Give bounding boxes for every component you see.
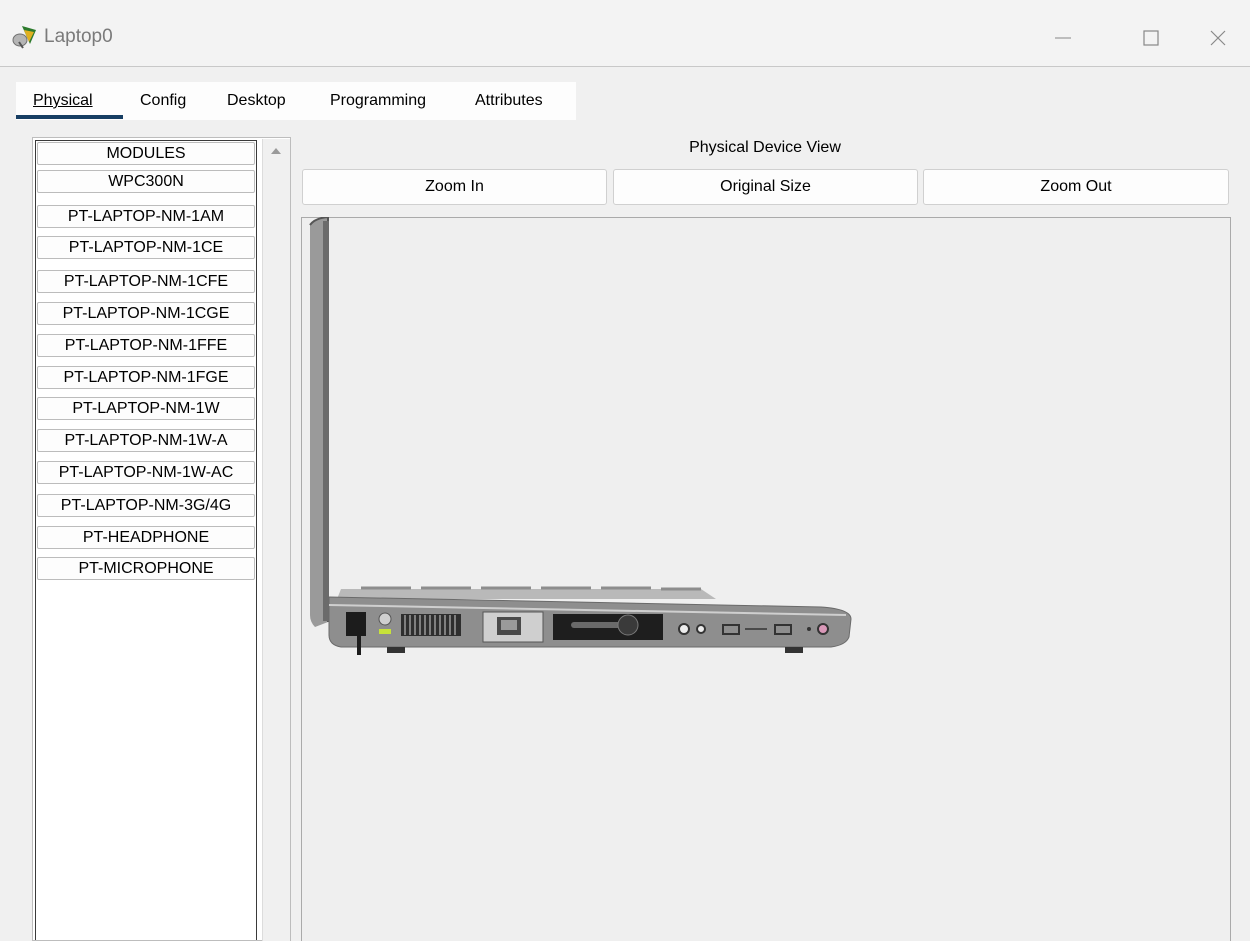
zoom-in-button[interactable]: Zoom In <box>302 169 607 205</box>
laptop-image <box>301 215 861 667</box>
tab-programming[interactable]: Programming <box>330 82 426 120</box>
module-item-1w-ac[interactable]: PT-LAPTOP-NM-1W-AC <box>37 461 255 484</box>
minimize-icon <box>1055 37 1071 39</box>
module-item-headphone[interactable]: PT-HEADPHONE <box>37 526 255 549</box>
tab-config[interactable]: Config <box>140 82 186 120</box>
laptop-app-icon <box>10 22 40 52</box>
module-item-1w[interactable]: PT-LAPTOP-NM-1W <box>37 397 255 420</box>
maximize-button[interactable] <box>1128 18 1174 58</box>
window-title: Laptop0 <box>44 26 113 47</box>
title-bar: Laptop0 <box>0 0 1250 67</box>
scroll-up-arrow-icon[interactable] <box>271 148 281 154</box>
tab-desktop[interactable]: Desktop <box>227 82 286 120</box>
module-item-1ffe[interactable]: PT-LAPTOP-NM-1FFE <box>37 334 255 357</box>
module-item-1am[interactable]: PT-LAPTOP-NM-1AM <box>37 205 255 228</box>
minimize-button[interactable] <box>1040 18 1086 58</box>
module-item-microphone[interactable]: PT-MICROPHONE <box>37 557 255 580</box>
close-icon <box>1210 30 1226 46</box>
module-item-1ce[interactable]: PT-LAPTOP-NM-1CE <box>37 236 255 259</box>
module-item-modules[interactable]: MODULES <box>37 142 255 165</box>
modules-scrollbar[interactable] <box>262 139 290 941</box>
module-item-1w-a[interactable]: PT-LAPTOP-NM-1W-A <box>37 429 255 452</box>
module-item-1fge[interactable]: PT-LAPTOP-NM-1FGE <box>37 366 255 389</box>
tab-attributes[interactable]: Attributes <box>475 82 543 120</box>
zoom-out-button[interactable]: Zoom Out <box>923 169 1229 205</box>
module-item-1cge[interactable]: PT-LAPTOP-NM-1CGE <box>37 302 255 325</box>
original-size-button[interactable]: Original Size <box>613 169 918 205</box>
maximize-icon <box>1143 30 1159 46</box>
module-item-wpc300n[interactable]: WPC300N <box>37 170 255 193</box>
module-item-1cfe[interactable]: PT-LAPTOP-NM-1CFE <box>37 270 255 293</box>
close-button[interactable] <box>1195 18 1241 58</box>
module-item-3g4g[interactable]: PT-LAPTOP-NM-3G/4G <box>37 494 255 517</box>
physical-device-view-title: Physical Device View <box>689 139 841 156</box>
active-tab-indicator <box>16 115 123 119</box>
